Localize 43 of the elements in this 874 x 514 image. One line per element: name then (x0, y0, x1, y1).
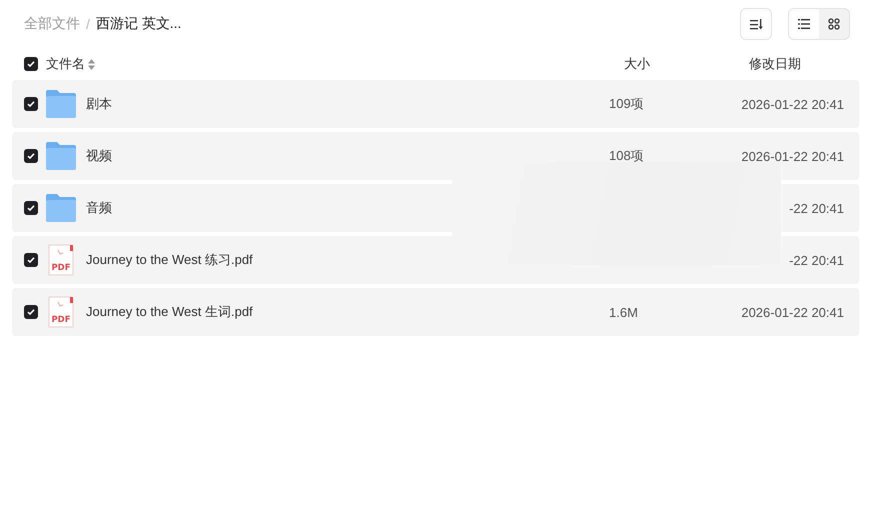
view-mode-button[interactable] (789, 9, 819, 39)
file-size: 1.6M (609, 304, 638, 320)
breadcrumb-link[interactable]: 西游记 英文... (96, 15, 182, 33)
checkmark-icon (27, 204, 35, 212)
pdf-file-icon: PDF (46, 296, 76, 328)
pdf-file-icon: PDF (46, 244, 76, 276)
checkmark-icon (27, 256, 35, 264)
modified-date: 2026-01-22 20:41 (741, 96, 844, 112)
checkmark-icon (27, 308, 35, 316)
file-name: 视频 (86, 147, 112, 165)
checkbox[interactable] (24, 57, 38, 71)
column-header: 大小 (624, 56, 650, 71)
file-size: 108项 (609, 148, 644, 163)
file-name: 剧本 (86, 95, 112, 113)
checkbox[interactable] (24, 149, 38, 163)
file-size: 109项 (609, 96, 644, 111)
grid-view-icon (828, 18, 840, 30)
sort-icon[interactable] (88, 58, 95, 70)
modified-date: -22 20:41 (789, 252, 844, 268)
file-name: 音频 (86, 199, 112, 217)
checkbox[interactable] (24, 201, 38, 215)
folder-icon (46, 90, 76, 118)
sort-icon (750, 18, 762, 30)
checkmark-icon (27, 60, 35, 68)
list-view-icon (798, 19, 810, 29)
modified-date: 2026-01-22 20:41 (741, 304, 844, 320)
column-header[interactable]: 文件名 (46, 55, 85, 73)
folder-icon (46, 142, 76, 170)
file-row[interactable]: PDF Journey to the West 生词.pdf 1.6M 2026-01-22 20:41 (12, 288, 859, 336)
checkmark-icon (27, 152, 35, 160)
file-name: Journey to the West 生词.pdf (86, 303, 253, 321)
modified-date: -22 20:41 (789, 200, 844, 216)
column-header: 修改日期 (749, 56, 801, 71)
file-name: Journey to the West 练习.pdf (86, 251, 253, 269)
checkbox[interactable] (24, 305, 38, 319)
checkbox[interactable] (24, 253, 38, 267)
checkbox[interactable] (24, 97, 38, 111)
modified-date: 2026-01-22 20:41 (741, 148, 844, 164)
file-row[interactable]: 剧本 109项 2026-01-22 20:41 (12, 80, 859, 128)
checkmark-icon (27, 100, 35, 108)
breadcrumb-separator: / (86, 16, 90, 32)
folder-icon (46, 194, 76, 222)
sort-button[interactable] (740, 8, 772, 40)
